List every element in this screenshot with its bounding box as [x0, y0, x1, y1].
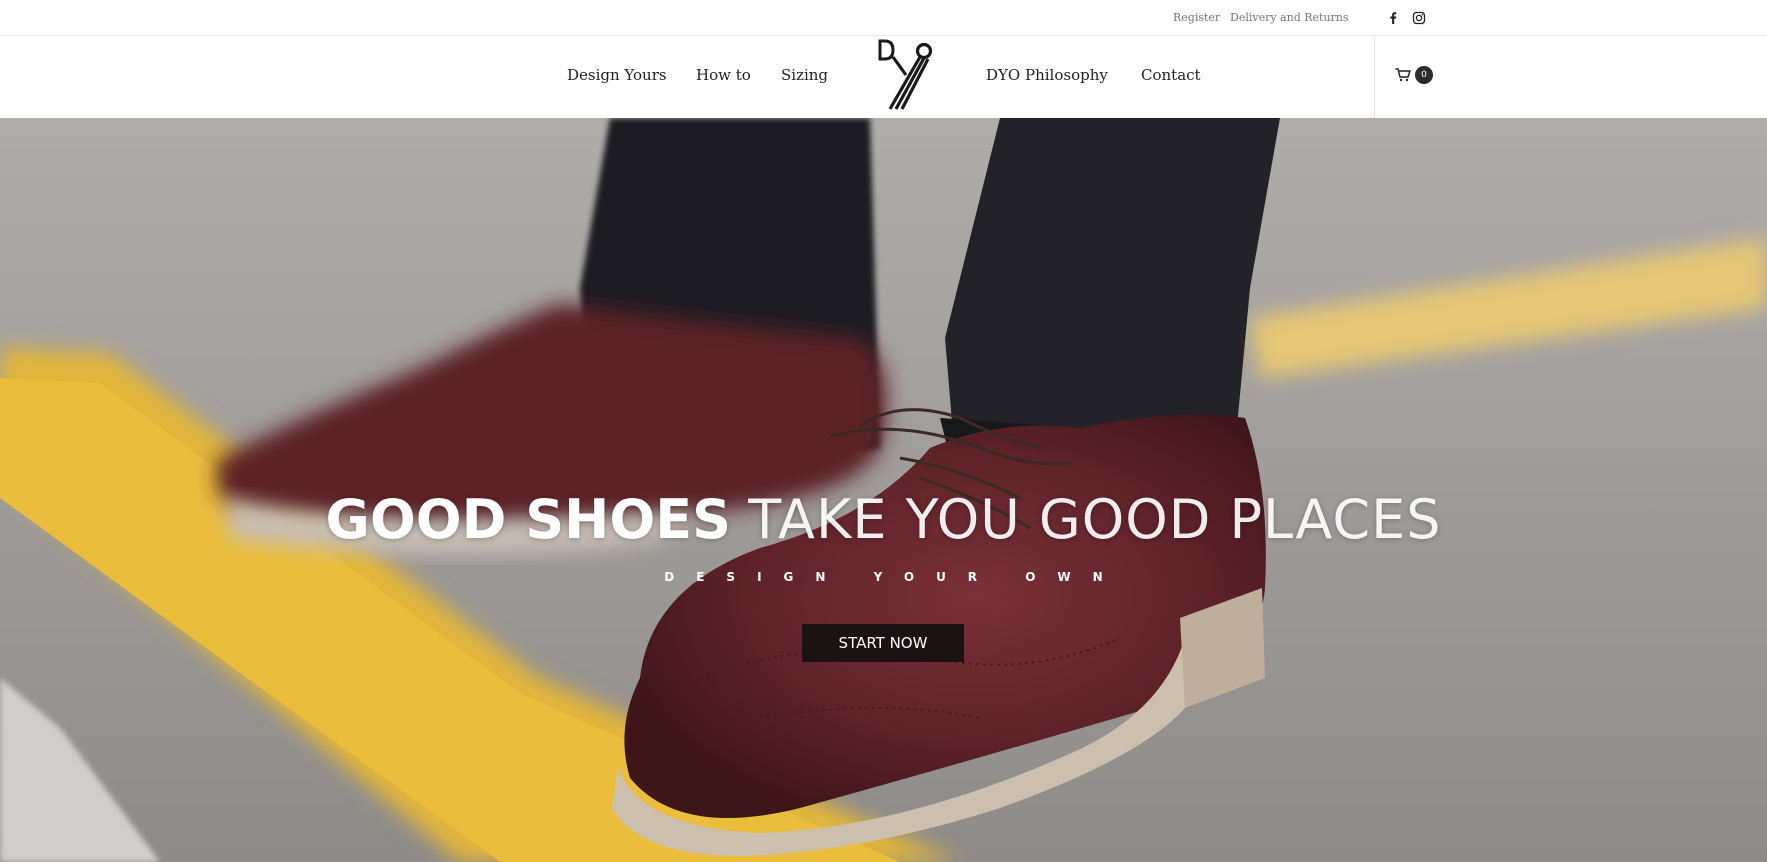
instagram-icon[interactable] — [1412, 11, 1426, 25]
hero-heading: GOOD SHOES TAKE YOU GOOD PLACES — [0, 488, 1767, 551]
delivery-returns-link[interactable]: Delivery and Returns — [1230, 11, 1349, 24]
shopping-cart-icon — [1395, 68, 1411, 82]
dyo-logo[interactable] — [876, 37, 936, 117]
hero-subheading: DESIGN YOUR OWN — [664, 570, 1125, 584]
nav-design-yours[interactable]: Design Yours — [567, 66, 667, 84]
utility-bar: Register Delivery and Returns — [0, 0, 1767, 36]
nav-sizing[interactable]: Sizing — [781, 66, 828, 84]
nav-contact[interactable]: Contact — [1141, 66, 1201, 84]
start-now-button[interactable]: START NOW — [802, 624, 964, 662]
register-link[interactable]: Register — [1173, 11, 1220, 24]
hero-banner: GOOD SHOES TAKE YOU GOOD PLACES DESIGN Y… — [0, 118, 1767, 862]
hero-heading-light: TAKE YOU GOOD PLACES — [748, 488, 1442, 551]
main-navigation: Design Yours How to Sizing DYO Philosoph… — [0, 36, 1767, 118]
cart-count-badge: 0 — [1415, 66, 1433, 84]
hero-heading-bold: GOOD SHOES — [325, 488, 732, 551]
nav-dyo-philosophy[interactable]: DYO Philosophy — [986, 66, 1108, 84]
nav-divider — [1374, 36, 1375, 118]
nav-how-to[interactable]: How to — [696, 66, 751, 84]
cart-button[interactable]: 0 — [1395, 65, 1437, 87]
facebook-icon[interactable] — [1386, 11, 1400, 25]
